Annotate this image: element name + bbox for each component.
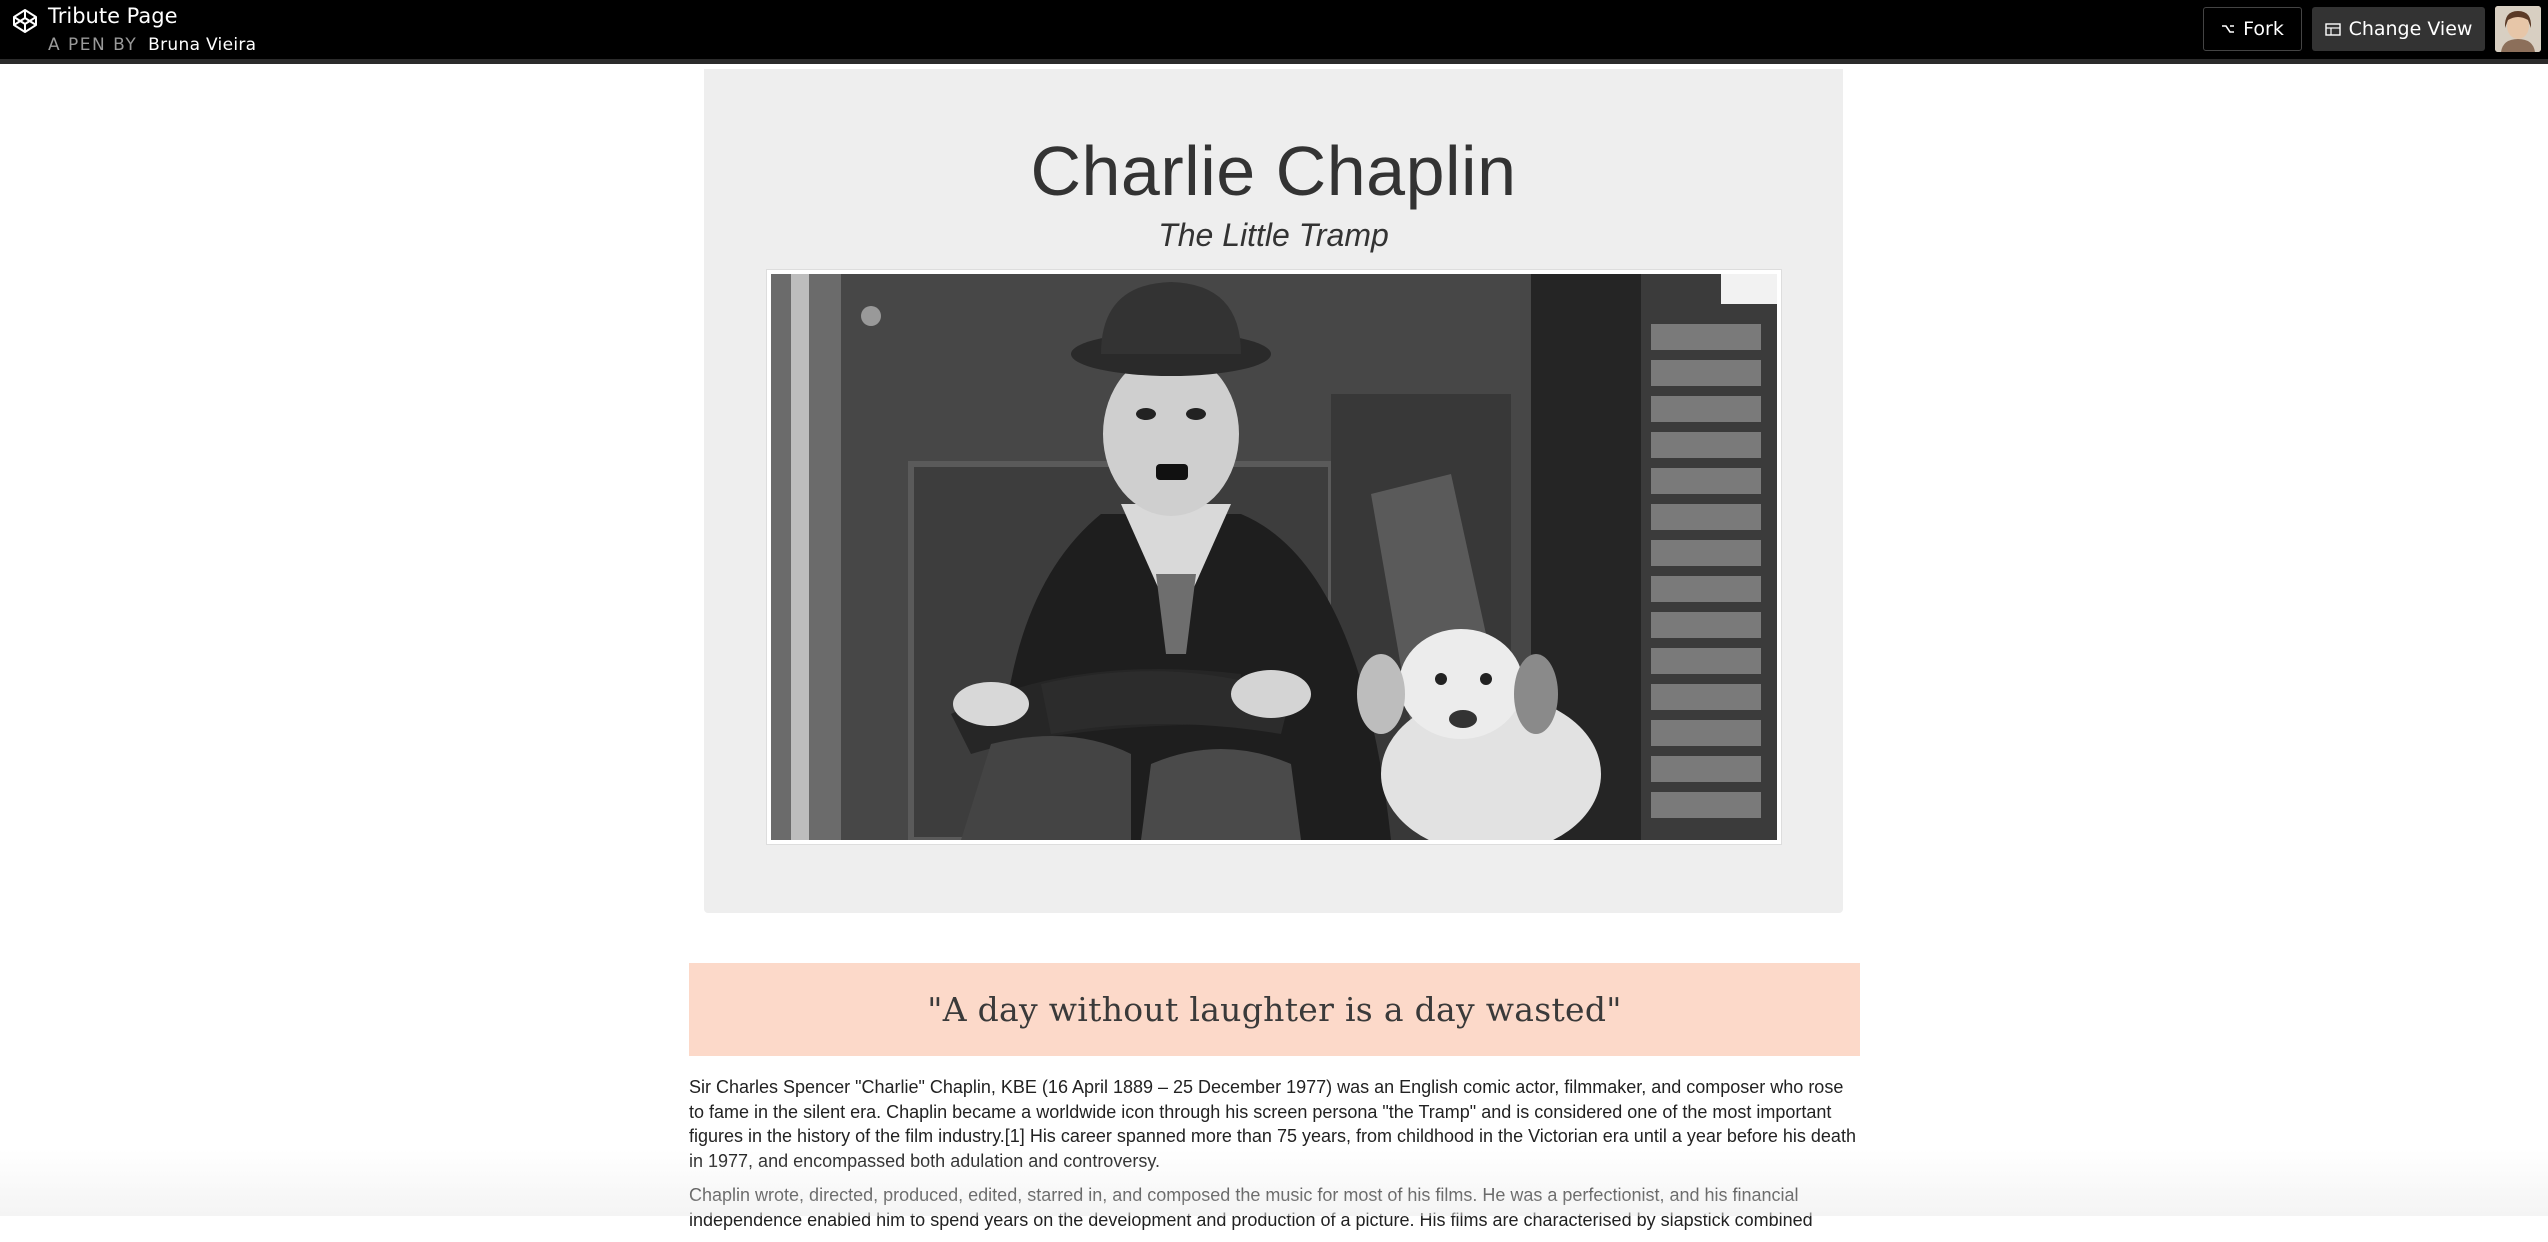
tribute-hero: Charlie Chaplin The Little Tramp <box>704 69 1843 913</box>
user-avatar[interactable] <box>2495 6 2541 52</box>
quote-text: "A day without laughter is a day wasted" <box>927 990 1622 1029</box>
biography: Sir Charles Spencer "Charlie" Chaplin, K… <box>689 1075 1860 1242</box>
pen-by-label: A PEN BY <box>48 35 138 55</box>
codepen-logo-icon[interactable] <box>12 8 38 34</box>
chaplin-photo <box>771 274 1777 840</box>
bio-paragraph: Chaplin wrote, directed, produced, edite… <box>689 1185 1813 1230</box>
fork-label: Fork <box>2243 18 2284 40</box>
pen-title[interactable]: Tribute Page <box>48 4 178 28</box>
change-view-label: Change View <box>2348 18 2473 40</box>
hero-image-frame <box>766 269 1782 845</box>
page-subtitle: The Little Tramp <box>1158 217 1389 253</box>
bio-paragraph: Sir Charles Spencer "Charlie" Chaplin, K… <box>689 1077 1856 1171</box>
fork-button[interactable]: Fork <box>2203 7 2302 51</box>
change-view-button[interactable]: Change View <box>2312 7 2485 51</box>
avatar-image <box>2495 6 2541 52</box>
fork-icon <box>2222 25 2235 33</box>
page-title: Charlie Chaplin <box>1030 132 1517 210</box>
quote-banner: "A day without laughter is a day wasted" <box>689 963 1860 1056</box>
codepen-header: Tribute Page A PEN BY Bruna Vieira Fork … <box>0 0 2548 64</box>
pen-byline: A PEN BY Bruna Vieira <box>48 35 256 55</box>
layout-icon <box>2324 22 2341 36</box>
author-link[interactable]: Bruna Vieira <box>148 35 256 55</box>
